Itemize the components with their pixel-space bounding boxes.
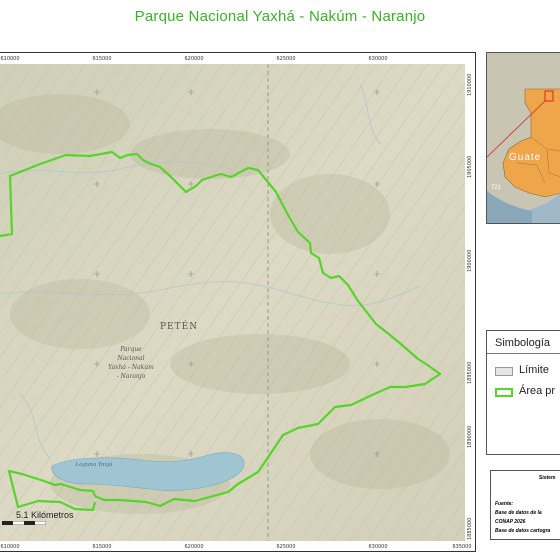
lake-label: Laguna Yaxjá <box>75 462 113 468</box>
scale-bar <box>2 521 46 525</box>
legend-title: Simbología <box>495 337 551 349</box>
park-label: Parque Nacional Yaxhá - Nakúm - Naranjo <box>108 346 154 380</box>
inset-number-label: 721 <box>491 185 502 191</box>
y-tick-right: 1895000 <box>467 361 473 384</box>
legend-divider <box>487 353 560 354</box>
legend-swatch-limit <box>495 367 513 376</box>
info-system: Sistem <box>539 475 556 481</box>
info-source-line: CONAP 2026 <box>495 519 526 525</box>
legend-label-limit: Límite <box>519 364 549 376</box>
y-tick-right: 1885000 <box>467 517 473 540</box>
info-source-label: Fuente: <box>495 501 514 507</box>
inset-country-label: Guate <box>509 152 542 163</box>
region-label: PETÉN <box>160 322 199 332</box>
x-tick-top: 610000 <box>0 56 20 62</box>
legend-label-protected-area: Área pr <box>519 385 556 397</box>
x-tick-top: 630000 <box>368 56 388 62</box>
x-tick-bottom: 610000 <box>0 544 20 550</box>
scale-label: 5.1 Kilómetros <box>16 510 74 520</box>
legend-swatch-protected-area <box>495 388 513 397</box>
legend: Simbología Límite Área pr <box>486 330 560 455</box>
x-tick-bottom: 625000 <box>276 544 296 550</box>
y-tick-right: 1890000 <box>467 425 473 448</box>
info-box: Sistem Fuente: Base de datos de la CONAP… <box>490 470 560 540</box>
x-tick-top: 615000 <box>92 56 112 62</box>
main-map[interactable] <box>0 64 465 541</box>
y-tick-right: 1910000 <box>467 73 473 96</box>
y-tick-right: 1905000 <box>467 155 473 178</box>
info-source-line: Base de datos cartogra <box>495 528 551 534</box>
x-tick-bottom: 620000 <box>184 544 204 550</box>
info-source-line: Base de datos de la <box>495 510 542 516</box>
x-tick-top: 620000 <box>184 56 204 62</box>
x-tick-top: 625000 <box>276 56 296 62</box>
inset-map-graphic <box>487 53 560 223</box>
x-tick-bottom: 635000 <box>452 544 472 550</box>
inset-map[interactable]: Guate 721 <box>486 52 560 224</box>
x-tick-bottom: 615000 <box>92 544 112 550</box>
map-title: Parque Nacional Yaxhá - Nakúm - Naranjo <box>134 8 426 25</box>
terrain-map <box>0 64 465 541</box>
x-tick-bottom: 630000 <box>368 544 388 550</box>
y-tick-right: 1900000 <box>467 249 473 272</box>
